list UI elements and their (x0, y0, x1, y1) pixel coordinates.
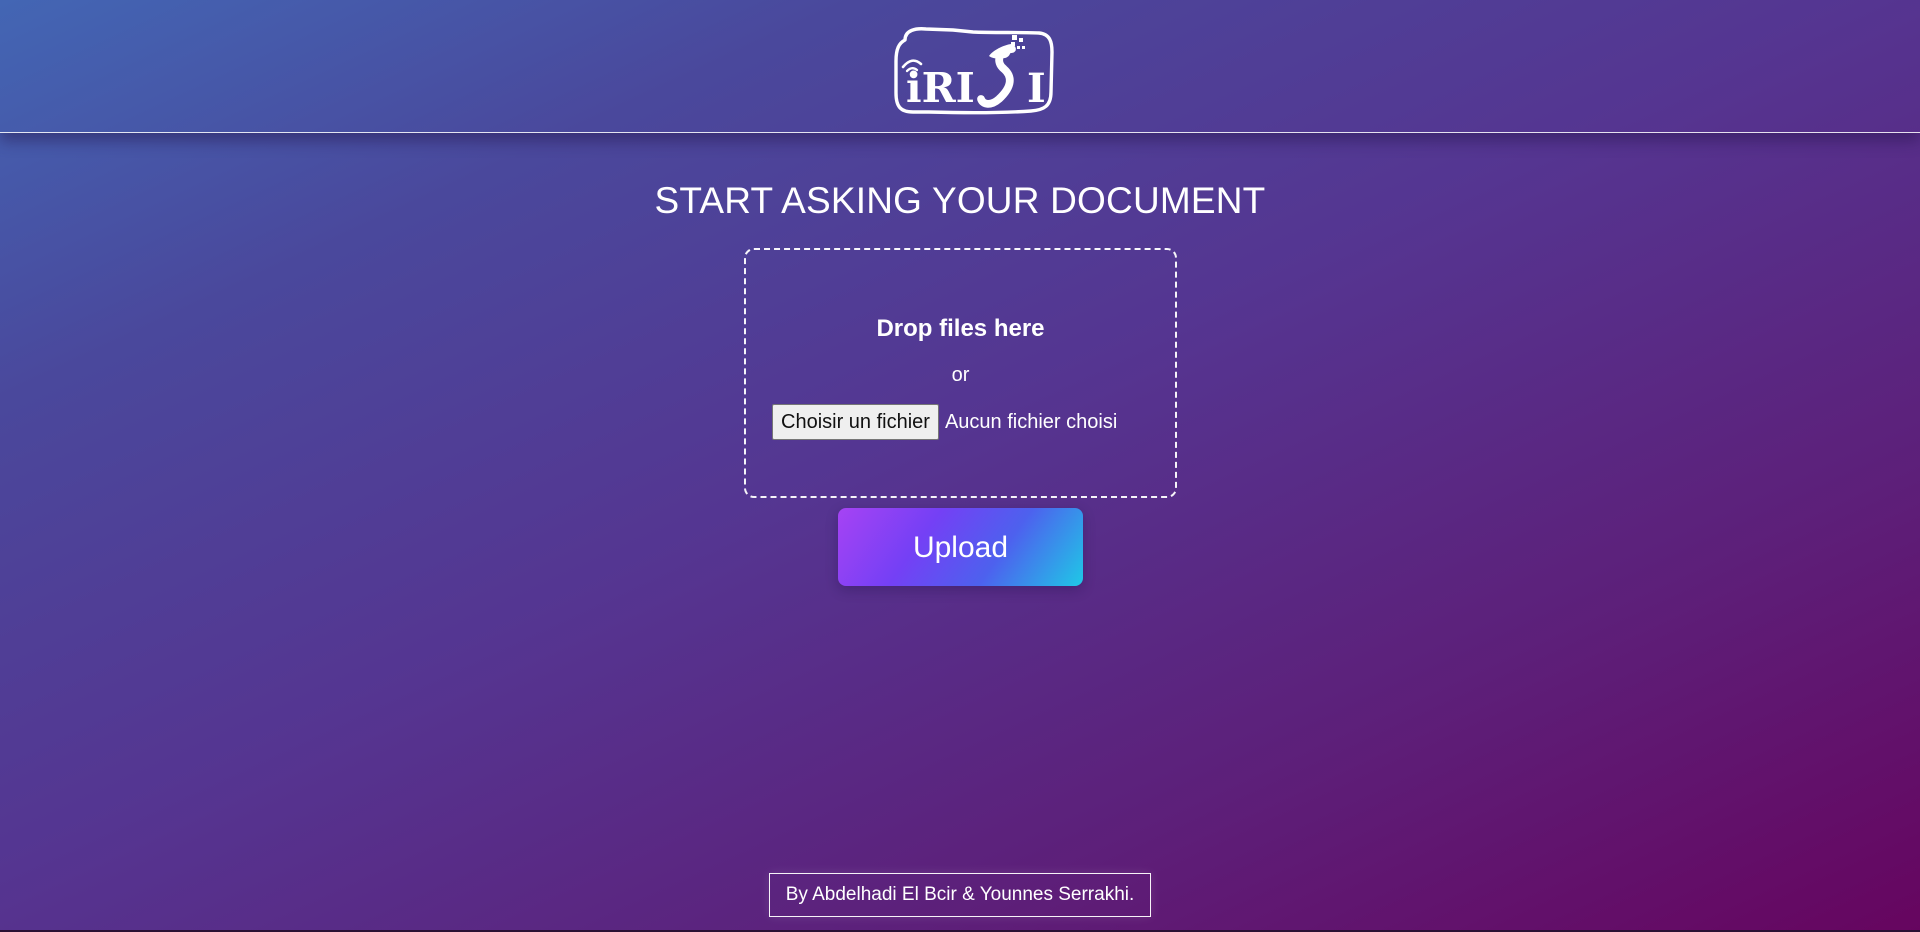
author-credit: By Abdelhadi El Bcir & Younnes Serrakhi. (769, 873, 1151, 917)
choose-file-button[interactable]: Choisir un fichier (772, 404, 939, 440)
file-drop-zone[interactable]: Drop files here or Choisir un fichier Au… (744, 248, 1177, 498)
svg-text:I: I (1027, 65, 1046, 112)
file-input-row: Choisir un fichier Aucun fichier choisi (772, 404, 1117, 440)
no-file-chosen-text: Aucun fichier choisi (944, 411, 1118, 433)
svg-text:iRI: iRI (906, 64, 975, 112)
upload-button[interactable]: Upload (838, 508, 1083, 586)
irisi-logo: iRI I (894, 27, 1054, 115)
or-separator: or (951, 364, 970, 386)
page-header: iRI I (0, 0, 1920, 133)
page-title: START ASKING YOUR DOCUMENT (654, 180, 1266, 221)
drop-files-heading: Drop files here (876, 315, 1045, 342)
